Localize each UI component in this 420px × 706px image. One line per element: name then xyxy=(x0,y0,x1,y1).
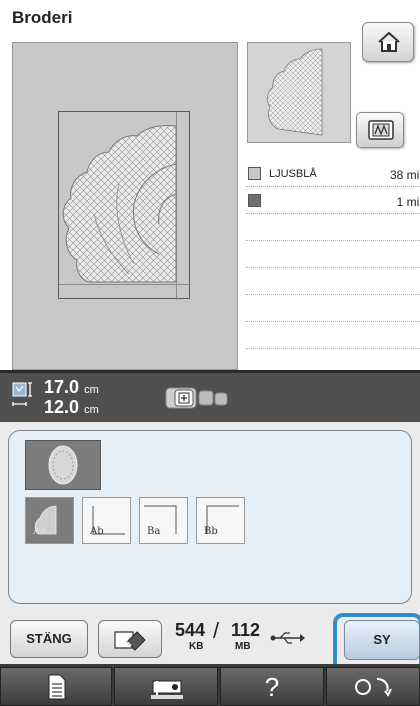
variant-button-aa[interactable]: Aa xyxy=(25,497,74,544)
memory-separator: / xyxy=(213,618,220,643)
lace-thumbnail xyxy=(266,48,323,136)
thread-row xyxy=(246,322,420,349)
delete-pattern-button[interactable] xyxy=(98,620,162,658)
thread-row: 1 min xyxy=(246,187,420,214)
document-icon xyxy=(48,674,66,700)
variant-button-bb[interactable]: Bb xyxy=(196,497,245,544)
hoop-frame xyxy=(58,111,191,300)
bottom-nav: ? xyxy=(0,664,420,706)
thread-color-swatch xyxy=(248,167,261,180)
image-view-button[interactable] xyxy=(356,112,404,148)
variant-label: Ab xyxy=(90,526,104,537)
pattern-thumbnail xyxy=(247,42,351,143)
pattern-selection-area: Aa Ab Ba Bb xyxy=(8,430,412,604)
thread-time: 1 min xyxy=(396,195,420,209)
thread-row xyxy=(246,241,420,268)
eraser-icon xyxy=(114,631,146,651)
home-icon xyxy=(378,31,400,52)
thread-name: LJUSBLÅ xyxy=(269,168,317,180)
hoop-size-icon xyxy=(165,387,228,409)
pattern-info-bar: 17.0 cm 12.0 cm xyxy=(0,370,420,422)
page-title: Broderi xyxy=(12,8,73,27)
pattern-memory-unit: KB xyxy=(189,641,204,652)
thread-row xyxy=(246,268,420,295)
settings-icon xyxy=(355,678,392,697)
size-icon xyxy=(12,382,32,406)
thread-row xyxy=(246,295,420,322)
usb-icon xyxy=(270,632,305,644)
height-unit: cm xyxy=(84,384,99,396)
nav-settings-button[interactable] xyxy=(326,667,420,706)
thread-row: LJUSBLÅ 38 min xyxy=(246,160,420,187)
hoop-guide-horizontal xyxy=(59,284,191,285)
close-button[interactable]: STÄNG xyxy=(10,620,88,658)
thread-row xyxy=(246,214,420,241)
variant-label: Ba xyxy=(147,526,161,537)
lace-pattern xyxy=(62,125,177,283)
height-value: 17.0 xyxy=(44,377,80,397)
usb-memory-unit: MB xyxy=(235,641,251,652)
pattern-dimensions: 17.0 cm 12.0 cm xyxy=(44,377,99,419)
top-area: Broderi LJUSBLÅ 38 mi 1 mi xyxy=(0,0,420,376)
sew-button[interactable]: SY xyxy=(344,620,420,660)
nav-instructions-button[interactable] xyxy=(0,667,112,706)
thread-list: LJUSBLÅ 38 min 1 min xyxy=(246,160,420,376)
pattern-selection-panel: Aa Ab Ba Bb xyxy=(0,422,420,618)
variant-button-ab[interactable]: Ab xyxy=(82,497,131,544)
variant-label: Aa xyxy=(33,526,47,537)
thread-color-swatch xyxy=(248,194,261,207)
help-icon: ? xyxy=(264,672,280,702)
selected-pattern-thumbnail[interactable] xyxy=(25,440,101,490)
pattern-memory-value: 544 xyxy=(175,620,206,640)
sewing-machine-icon xyxy=(151,680,183,699)
thread-time: 38 min xyxy=(389,168,420,182)
nav-help-button[interactable]: ? xyxy=(220,667,324,706)
oval-lace-icon xyxy=(48,445,78,485)
home-button[interactable] xyxy=(362,22,414,62)
embroidery-preview xyxy=(12,42,238,370)
usb-memory-value: 112 xyxy=(231,620,261,640)
width-value: 12.0 xyxy=(44,397,80,417)
variant-button-ba[interactable]: Ba xyxy=(139,497,188,544)
image-icon xyxy=(368,120,394,140)
nav-machine-settings-button[interactable] xyxy=(114,667,218,706)
variant-label: Bb xyxy=(204,526,218,537)
width-unit: cm xyxy=(84,404,99,416)
